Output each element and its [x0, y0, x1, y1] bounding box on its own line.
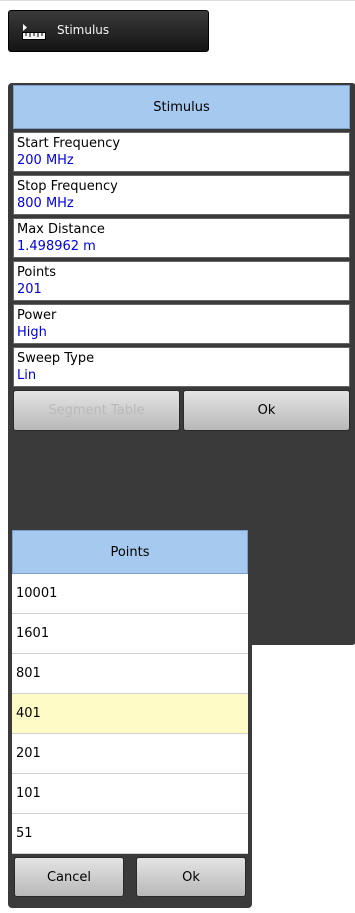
stimulus-toolbar-label: Stimulus: [57, 23, 110, 37]
stop-frequency-field[interactable]: Stop Frequency 800 MHz: [13, 175, 350, 215]
field-value: 201: [17, 282, 42, 297]
field-value: 800 MHz: [17, 196, 74, 211]
stimulus-button-row: Segment Table Ok: [13, 390, 350, 431]
points-option[interactable]: 1601: [12, 614, 248, 654]
points-field[interactable]: Points 201: [13, 261, 350, 301]
points-option[interactable]: 51: [12, 814, 248, 854]
start-frequency-field[interactable]: Start Frequency 200 MHz: [13, 132, 350, 172]
field-label: Points: [17, 265, 57, 280]
points-list: 10001 1601 801 401 201 101 51: [12, 574, 248, 854]
sweep-type-field[interactable]: Sweep Type Lin: [13, 347, 350, 387]
points-option[interactable]: 201: [12, 734, 248, 774]
field-label: Start Frequency: [17, 136, 121, 151]
ok-button[interactable]: Ok: [183, 390, 350, 431]
points-option-selected[interactable]: 401: [12, 694, 248, 734]
points-button-row: Cancel Ok: [12, 857, 248, 897]
field-label: Max Distance: [17, 222, 105, 237]
points-panel: Points 10001 1601 801 401 201 101 51 Can…: [8, 528, 252, 908]
field-value: 200 MHz: [17, 153, 74, 168]
top-divider: [0, 0, 355, 1]
ruler-icon: [22, 24, 46, 40]
max-distance-field[interactable]: Max Distance 1.498962 m: [13, 218, 350, 258]
segment-table-button[interactable]: Segment Table: [13, 390, 180, 431]
points-option[interactable]: 101: [12, 774, 248, 814]
points-option[interactable]: 10001: [12, 574, 248, 614]
points-option[interactable]: 801: [12, 654, 248, 694]
stimulus-panel-title: Stimulus: [13, 85, 350, 129]
field-value: Lin: [17, 368, 37, 383]
field-label: Stop Frequency: [17, 179, 118, 194]
points-panel-title: Points: [12, 530, 248, 574]
cancel-button[interactable]: Cancel: [14, 857, 124, 897]
ok-button[interactable]: Ok: [136, 857, 246, 897]
field-value: High: [17, 325, 47, 340]
stimulus-toolbar-button[interactable]: Stimulus: [8, 10, 209, 52]
power-field[interactable]: Power High: [13, 304, 350, 344]
field-label: Sweep Type: [17, 351, 95, 366]
field-value: 1.498962 m: [17, 239, 96, 254]
field-label: Power: [17, 308, 57, 323]
